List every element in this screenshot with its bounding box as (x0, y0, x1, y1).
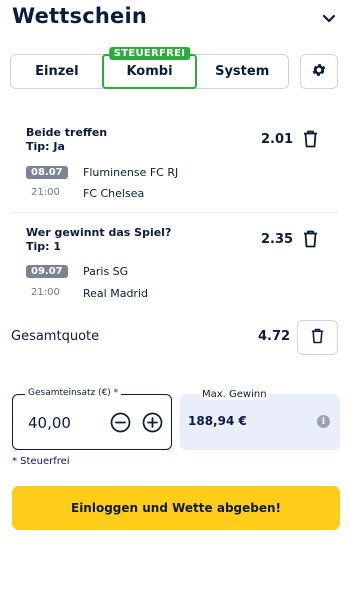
gear-icon (311, 62, 327, 82)
away-team: Real Madrid (83, 287, 148, 300)
market-label: Beide treffen (26, 126, 108, 139)
bet-type-tabs: Einzel STEUERFREI Kombi System (10, 47, 289, 89)
settings-button[interactable] (300, 54, 338, 89)
bet-item: Wer gewinnt das Spiel? Tip: 1 2.35 09.07… (11, 226, 339, 306)
trash-icon (311, 328, 324, 348)
tax-free-badge: STEUERFREI (108, 47, 191, 60)
betslip-header: Wettschein (12, 4, 338, 34)
bet-item: Beide treffen Tip: Ja 2.01 08.07 Flumine… (11, 126, 339, 206)
trash-icon[interactable] (299, 128, 321, 150)
clear-all-button[interactable] (297, 320, 338, 355)
login-and-bet-button[interactable]: Einloggen und Wette abgeben! (12, 486, 340, 530)
info-icon[interactable]: i (317, 415, 330, 428)
max-win-label: Max. Gewinn (200, 389, 269, 400)
max-win-value: 188,94 € (188, 414, 247, 428)
stake-label: Gesamteinsatz (€) * (25, 388, 122, 398)
tip-label: Tip: 1 (26, 240, 62, 253)
bet-odds: 2.35 (261, 232, 294, 247)
minus-circle-icon[interactable] (110, 412, 131, 433)
total-odds-value: 4.72 (258, 329, 291, 344)
away-team: FC Chelsea (83, 187, 145, 200)
bet-market: Beide treffen Tip: Ja (26, 126, 107, 154)
stake-input[interactable]: Gesamteinsatz (€) * 40,00 (12, 388, 172, 450)
divider (11, 212, 339, 213)
tab-label: System (215, 64, 270, 79)
plus-circle-icon[interactable] (142, 412, 163, 433)
date-badge: 08.07 (26, 166, 68, 179)
date-badge: 09.07 (26, 265, 68, 278)
submit-label: Einloggen und Wette abgeben! (71, 501, 281, 515)
home-team: Paris SG (83, 265, 129, 278)
market-label: Wer gewinnt das Spiel? (26, 226, 172, 239)
bet-odds: 2.01 (261, 132, 294, 147)
home-team: Fluminense FC RJ (83, 166, 179, 179)
tip-label: Tip: Ja (26, 140, 65, 153)
page-title: Wettschein (12, 4, 148, 28)
trash-icon[interactable] (299, 228, 321, 250)
stake-value[interactable]: 40,00 (28, 414, 71, 432)
chevron-down-icon[interactable] (320, 10, 338, 28)
tab-label: Einzel (35, 64, 79, 79)
tab-label: Kombi (126, 64, 173, 79)
kickoff-time: 21:00 (31, 187, 60, 198)
tab-system[interactable]: System (196, 55, 288, 88)
tab-einzel[interactable]: Einzel (11, 55, 103, 88)
total-odds-label: Gesamtquote (11, 329, 100, 344)
max-win-box: Max. Gewinn 188,94 € i (180, 389, 340, 450)
tab-kombi[interactable]: STEUERFREI Kombi (101, 47, 198, 89)
kickoff-time: 21:00 (31, 287, 60, 298)
bet-market: Wer gewinnt das Spiel? Tip: 1 (26, 226, 171, 254)
tax-free-footnote: * Steuerfrei (12, 456, 70, 467)
